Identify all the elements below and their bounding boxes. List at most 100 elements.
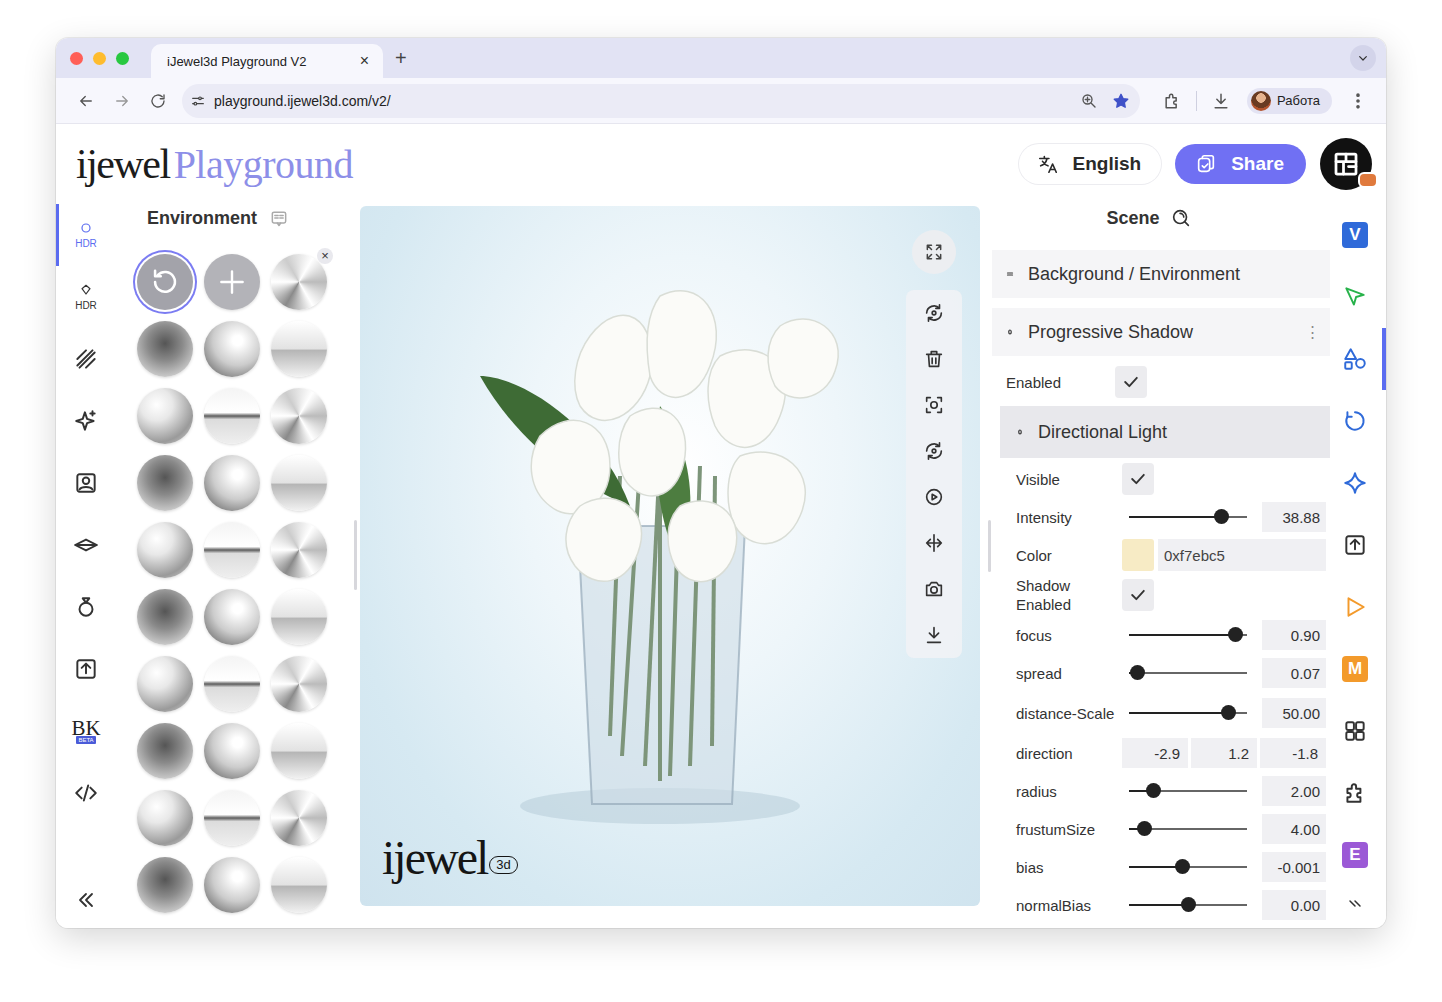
rail-item[interactable]	[56, 328, 116, 390]
environment-map[interactable]	[137, 589, 193, 645]
browser-tab[interactable]: iJewel3d Playground V2×	[151, 44, 383, 78]
environment-map[interactable]	[204, 857, 260, 913]
environment-map[interactable]	[271, 656, 327, 712]
reset-button[interactable]	[137, 254, 193, 310]
rotate-icon[interactable]	[923, 440, 945, 462]
environment-map[interactable]	[204, 723, 260, 779]
collapse-tools-button[interactable]	[1330, 886, 1386, 926]
section-header[interactable]: Progressive Shadow⋮	[992, 308, 1330, 356]
minimize-window-button[interactable]	[93, 52, 106, 65]
tab-list-button[interactable]	[1350, 45, 1376, 71]
vector-field[interactable]: -1.8	[1260, 738, 1326, 768]
language-button[interactable]: English	[1019, 144, 1162, 184]
environment-map[interactable]	[204, 455, 260, 511]
slider-knob[interactable]	[1175, 859, 1190, 874]
download-icon[interactable]	[923, 624, 945, 646]
address-bar[interactable]: playground.ijewel3d.com/v2/	[182, 84, 1140, 118]
fullscreen-button[interactable]	[912, 230, 956, 274]
environment-map[interactable]	[137, 388, 193, 444]
environment-map[interactable]	[271, 388, 327, 444]
slider-track[interactable]	[1129, 634, 1247, 636]
checkbox[interactable]	[1122, 463, 1154, 495]
slider-track[interactable]	[1129, 866, 1247, 868]
environment-map[interactable]	[204, 321, 260, 377]
value-field[interactable]: -0.001	[1262, 852, 1326, 882]
environment-map[interactable]	[271, 589, 327, 645]
environment-map[interactable]	[271, 455, 327, 511]
panel-resize-handle[interactable]	[980, 204, 992, 928]
tool-item[interactable]	[1330, 266, 1386, 328]
rail-item[interactable]: BKBETA	[56, 700, 116, 762]
environment-map[interactable]	[137, 656, 193, 712]
back-arrow-icon[interactable]	[68, 86, 104, 116]
focus-icon[interactable]	[923, 394, 945, 416]
remove-button[interactable]: ×	[317, 248, 333, 264]
collapse-sidebar-button[interactable]	[56, 872, 116, 928]
environment-map[interactable]: ×	[271, 254, 327, 310]
environment-map[interactable]	[271, 857, 327, 913]
slider-track[interactable]	[1129, 712, 1247, 714]
extensions-icon[interactable]	[1154, 86, 1190, 116]
environment-map[interactable]	[137, 723, 193, 779]
vector-field[interactable]: -2.9	[1122, 738, 1188, 768]
environment-map[interactable]	[204, 790, 260, 846]
download-icon[interactable]	[1203, 86, 1239, 116]
value-field[interactable]: 50.00	[1262, 698, 1326, 728]
new-tab-button[interactable]: +	[395, 47, 407, 70]
value-field[interactable]: 0.00	[1262, 890, 1326, 920]
slider-knob[interactable]	[1228, 627, 1243, 642]
value-field[interactable]: 38.88	[1262, 502, 1326, 532]
checkbox[interactable]	[1115, 366, 1147, 398]
logo[interactable]: ijewelPlayground	[76, 140, 353, 188]
rail-item[interactable]: HDR	[56, 266, 116, 328]
tool-item[interactable]	[1330, 514, 1386, 576]
viewport[interactable]: ijewel3d	[360, 206, 980, 906]
tool-item[interactable]	[1330, 390, 1386, 452]
slider-track[interactable]	[1129, 672, 1247, 674]
tool-item[interactable]	[1330, 452, 1386, 514]
section-menu-button[interactable]: ⋮	[1305, 323, 1320, 341]
rail-item[interactable]	[56, 576, 116, 638]
reload-icon[interactable]	[140, 86, 176, 116]
user-avatar[interactable]	[1320, 138, 1372, 190]
bookmark-star-icon[interactable]	[1112, 92, 1130, 110]
color-swatch[interactable]	[1122, 539, 1154, 571]
site-settings-icon[interactable]	[190, 93, 206, 109]
checkbox[interactable]	[1122, 579, 1154, 611]
rail-item[interactable]	[56, 390, 116, 452]
environment-map[interactable]	[204, 589, 260, 645]
rotate-icon[interactable]	[923, 302, 945, 324]
panel-resize-handle[interactable]	[350, 204, 360, 928]
tool-item[interactable]	[1330, 762, 1386, 824]
environment-map[interactable]	[137, 321, 193, 377]
slider-track[interactable]	[1129, 516, 1247, 518]
tool-item[interactable]	[1330, 328, 1386, 390]
profile-button[interactable]: Работа	[1247, 88, 1332, 114]
menu-dots-icon[interactable]	[1340, 86, 1376, 116]
environment-map[interactable]	[271, 790, 327, 846]
environment-map[interactable]	[137, 522, 193, 578]
environment-map[interactable]	[137, 857, 193, 913]
tool-item[interactable]	[1330, 576, 1386, 638]
value-field[interactable]: 4.00	[1262, 814, 1326, 844]
rail-item[interactable]: HDR	[56, 204, 116, 266]
slider-knob[interactable]	[1146, 783, 1161, 798]
slider-knob[interactable]	[1221, 705, 1236, 720]
play-circle-icon[interactable]	[923, 486, 945, 508]
rail-item[interactable]	[56, 762, 116, 824]
zoom-icon[interactable]	[1080, 92, 1098, 110]
slider-knob[interactable]	[1214, 509, 1229, 524]
trash-icon[interactable]	[923, 348, 945, 370]
directional-light-header[interactable]: Directional Light	[1000, 406, 1330, 458]
slider-track[interactable]	[1129, 828, 1247, 830]
tool-item[interactable]: M	[1330, 638, 1386, 700]
share-button[interactable]: Share	[1175, 144, 1306, 184]
rail-item[interactable]	[56, 452, 116, 514]
value-field[interactable]: 2.00	[1262, 776, 1326, 806]
tool-item[interactable]	[1330, 700, 1386, 762]
close-window-button[interactable]	[70, 52, 83, 65]
tool-item[interactable]: V	[1330, 204, 1386, 266]
tool-item[interactable]: E	[1330, 824, 1386, 886]
environment-map[interactable]	[204, 388, 260, 444]
slider-knob[interactable]	[1181, 897, 1196, 912]
